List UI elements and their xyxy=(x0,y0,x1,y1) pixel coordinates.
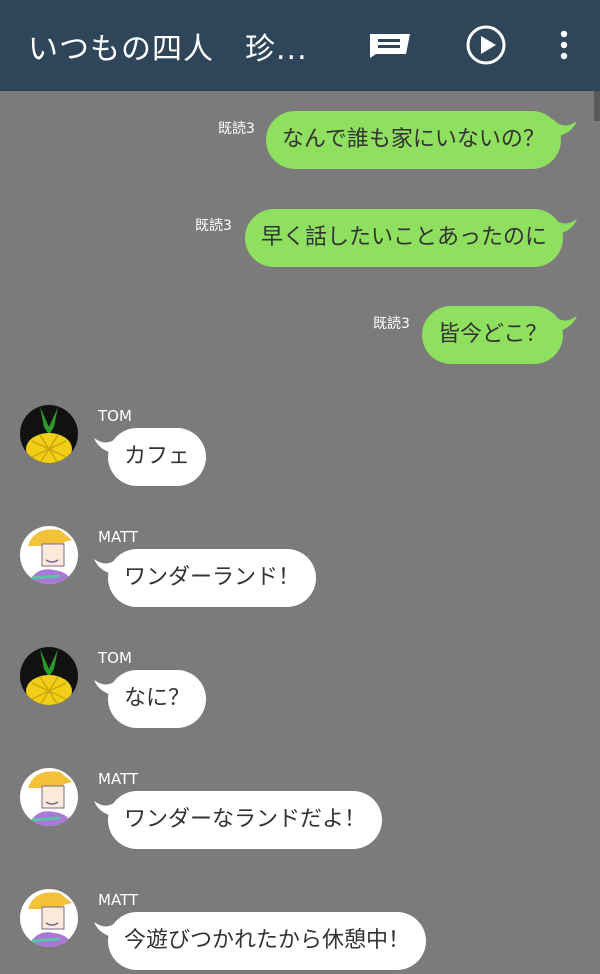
message-bubble-outgoing[interactable]: 皆今どこ？ xyxy=(422,306,564,364)
app-header: いつもの四人 珍... xyxy=(0,0,600,91)
play-icon[interactable] xyxy=(462,22,510,68)
message-bubble-incoming[interactable]: 今遊びつかれたから休憩中！ xyxy=(108,912,427,970)
message-bubble-incoming[interactable]: カフェ xyxy=(108,428,207,486)
message-bubble-incoming[interactable]: ワンダーランド！ xyxy=(108,549,317,607)
bubble-tail xyxy=(553,217,577,235)
read-receipt: 既読3 xyxy=(373,316,410,332)
message-bubble-incoming[interactable]: なに？ xyxy=(108,670,207,728)
chat-title[interactable]: いつもの四人 珍... xyxy=(28,24,308,68)
message-bubble-incoming[interactable]: ワンダーなランドだよ！ xyxy=(108,791,383,849)
bubble-tail xyxy=(553,314,577,332)
sender-name: TOM xyxy=(98,649,132,667)
read-receipt: 既読3 xyxy=(218,121,255,137)
more-vert-icon[interactable] xyxy=(540,22,588,68)
read-receipt: 既読3 xyxy=(195,218,232,234)
sender-name: MATT xyxy=(98,770,139,788)
blond-boy-avatar[interactable] xyxy=(20,889,78,947)
bubble-tail xyxy=(553,119,577,137)
pineapple-avatar[interactable] xyxy=(20,647,78,705)
sender-name: TOM xyxy=(98,407,132,425)
sender-name: MATT xyxy=(98,891,139,909)
chat-area: 既読3 なんで誰も家にいないの？ 既読3 早く話したいことあったのに 既読3 皆… xyxy=(0,91,600,974)
message-bubble-outgoing[interactable]: 早く話したいことあったのに xyxy=(245,209,564,267)
chat-bubble-icon[interactable] xyxy=(366,22,414,68)
message-bubble-outgoing[interactable]: なんで誰も家にいないの？ xyxy=(266,111,561,169)
blond-boy-avatar[interactable] xyxy=(20,768,78,826)
sender-name: MATT xyxy=(98,528,139,546)
pineapple-avatar[interactable] xyxy=(20,405,78,463)
blond-boy-avatar[interactable] xyxy=(20,526,78,584)
